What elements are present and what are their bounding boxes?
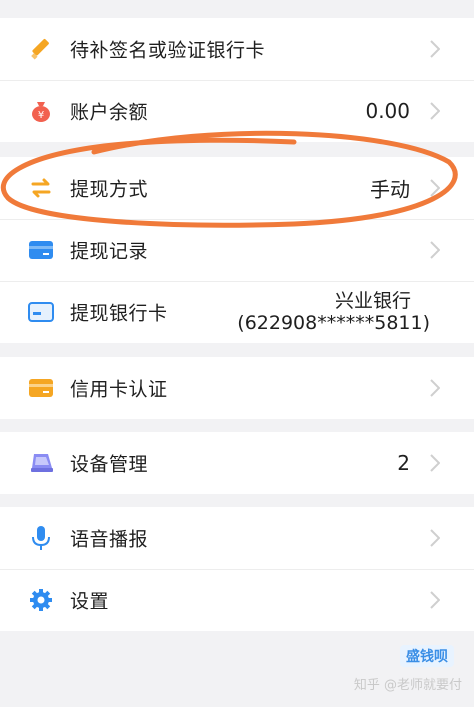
money-bag-icon: ¥ bbox=[28, 98, 54, 124]
misc-group: 语音播报 设置 bbox=[0, 507, 474, 631]
row-label: 设置 bbox=[70, 590, 110, 613]
microphone-icon bbox=[28, 525, 54, 551]
withdraw-method-value: 手动 bbox=[370, 177, 410, 202]
row-credit-card-auth[interactable]: 信用卡认证 bbox=[0, 357, 474, 419]
swap-icon bbox=[28, 175, 54, 201]
card-record-icon bbox=[28, 237, 54, 263]
watermark-brand: 盛钱呗 bbox=[400, 645, 454, 667]
chevron-right-icon bbox=[430, 179, 440, 197]
device-icon bbox=[28, 450, 54, 476]
row-settings[interactable]: 设置 bbox=[0, 569, 474, 631]
chevron-right-icon bbox=[430, 102, 440, 120]
row-label: 提现方式 bbox=[70, 178, 149, 201]
row-label: 账户余额 bbox=[70, 101, 149, 124]
bank-name: 兴业银行 bbox=[334, 290, 411, 312]
bank-card-value: 兴业银行 (622908******5811) bbox=[237, 290, 430, 334]
gear-icon bbox=[28, 587, 54, 613]
chevron-right-icon bbox=[430, 379, 440, 397]
row-withdraw-records[interactable]: 提现记录 bbox=[0, 219, 474, 281]
watermark: 盛钱呗 知乎 @老师就要付 bbox=[316, 645, 466, 695]
row-device-management[interactable]: 设备管理 2 bbox=[0, 432, 474, 494]
chevron-right-icon bbox=[430, 529, 440, 547]
card-number: (622908******5811) bbox=[237, 312, 430, 334]
chevron-right-icon bbox=[430, 454, 440, 472]
row-label: 语音播报 bbox=[70, 528, 149, 551]
account-group: 待补签名或验证银行卡 ¥ 账户余额 0.00 bbox=[0, 18, 474, 142]
balance-value: 0.00 bbox=[365, 99, 410, 123]
row-withdraw-bank-card[interactable]: 提现银行卡 兴业银行 (622908******5811) bbox=[0, 281, 474, 343]
row-label: 提现银行卡 bbox=[70, 302, 168, 325]
device-count: 2 bbox=[397, 451, 410, 475]
withdraw-group: 提现方式 手动 提现记录 提现银行卡 兴业银行 (622908******581… bbox=[0, 157, 474, 343]
credit-card-icon bbox=[28, 375, 54, 401]
row-pending-signature[interactable]: 待补签名或验证银行卡 bbox=[0, 18, 474, 80]
row-account-balance[interactable]: ¥ 账户余额 0.00 bbox=[0, 80, 474, 142]
row-withdraw-method[interactable]: 提现方式 手动 bbox=[0, 157, 474, 219]
pencil-icon bbox=[28, 36, 54, 62]
row-label: 待补签名或验证银行卡 bbox=[70, 39, 266, 62]
bank-card-icon bbox=[28, 299, 54, 325]
row-label: 设备管理 bbox=[70, 453, 149, 476]
watermark-text: 知乎 @老师就要付 bbox=[353, 678, 462, 693]
chevron-right-icon bbox=[430, 40, 440, 58]
svg-text:¥: ¥ bbox=[38, 110, 44, 121]
chevron-right-icon bbox=[430, 241, 440, 259]
device-group: 设备管理 2 bbox=[0, 432, 474, 494]
settings-page: 待补签名或验证银行卡 ¥ 账户余额 0.00 提现方式 手动 提现记录 提现银行… bbox=[0, 0, 474, 707]
row-voice-broadcast[interactable]: 语音播报 bbox=[0, 507, 474, 569]
credit-group: 信用卡认证 bbox=[0, 357, 474, 419]
row-label: 提现记录 bbox=[70, 240, 149, 263]
chevron-right-icon bbox=[430, 591, 440, 609]
row-label: 信用卡认证 bbox=[70, 378, 168, 401]
